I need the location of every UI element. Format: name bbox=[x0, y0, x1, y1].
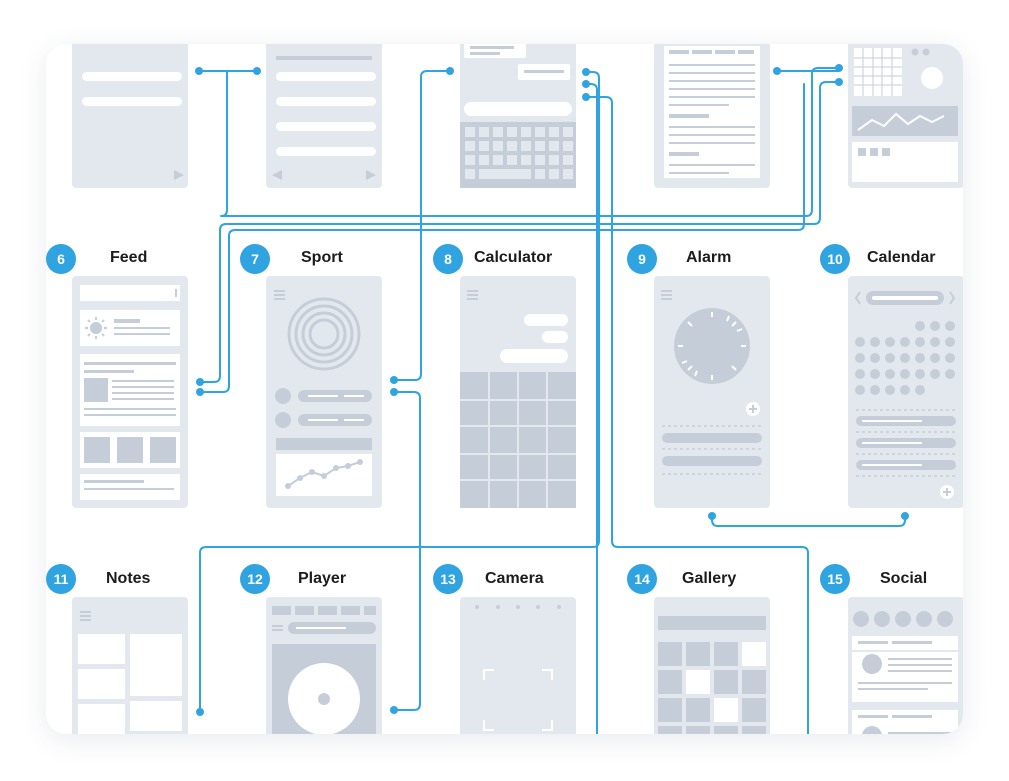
calculator-label: 8 bbox=[433, 244, 463, 274]
calculator-title: Calculator bbox=[474, 249, 553, 266]
social-title: Social bbox=[880, 570, 928, 587]
alarm-title: Alarm bbox=[686, 249, 732, 266]
social-label: 15 bbox=[820, 564, 850, 594]
sport-screen-wireframe bbox=[266, 276, 382, 508]
social-screen-wireframe bbox=[848, 597, 963, 734]
feed-title: Feed bbox=[110, 249, 148, 266]
alarm-label: 9 bbox=[627, 244, 657, 274]
notes-screen-wireframe bbox=[72, 597, 188, 734]
screen-1-wireframe bbox=[72, 44, 188, 188]
gallery-screen-wireframe bbox=[654, 597, 770, 734]
sport-label: 7 bbox=[240, 244, 270, 274]
step-badge: 12 bbox=[240, 564, 270, 594]
sport-title: Sport bbox=[301, 249, 343, 266]
screen-5-wireframe bbox=[848, 44, 963, 188]
step-badge: 8 bbox=[433, 244, 463, 274]
step-badge: 11 bbox=[46, 564, 76, 594]
feed-screen-wireframe bbox=[72, 276, 188, 508]
gallery-label: 14 bbox=[627, 564, 657, 594]
connector-sport-player bbox=[393, 391, 421, 711]
step-badge: 6 bbox=[46, 244, 76, 274]
connector-sport-screen3 bbox=[393, 70, 451, 381]
camera-label: 13 bbox=[433, 564, 463, 594]
player-title: Player bbox=[298, 570, 347, 587]
screen-2-wireframe bbox=[266, 44, 382, 188]
calendar-screen-wireframe bbox=[848, 276, 963, 508]
screen-4-wireframe bbox=[654, 44, 770, 188]
feed-label: 6 bbox=[46, 244, 76, 274]
calculator-screen-wireframe bbox=[460, 276, 576, 508]
connector-screen3-bottom-a bbox=[585, 83, 598, 734]
notes-title: Notes bbox=[106, 570, 151, 587]
step-badge: 14 bbox=[627, 564, 657, 594]
camera-title: Camera bbox=[485, 570, 544, 587]
player-label: 12 bbox=[240, 564, 270, 594]
alarm-screen-wireframe bbox=[654, 276, 770, 508]
step-badge: 15 bbox=[820, 564, 850, 594]
calendar-title: Calendar bbox=[867, 249, 936, 266]
gallery-title: Gallery bbox=[682, 570, 737, 587]
wireframe-flow-diagram bbox=[72, 44, 963, 734]
flow-diagram-card: 6 Feed 7 Sport 8 Calculator 9 Alarm 10 C… bbox=[46, 44, 963, 734]
connector-alarm-calendar bbox=[711, 515, 906, 527]
calendar-label: 10 bbox=[820, 244, 850, 274]
step-badge: 13 bbox=[433, 564, 463, 594]
camera-screen-wireframe bbox=[460, 597, 576, 734]
player-screen-wireframe bbox=[266, 597, 382, 734]
notes-label: 11 bbox=[46, 564, 76, 594]
step-badge: 9 bbox=[627, 244, 657, 274]
step-badge: 7 bbox=[240, 244, 270, 274]
step-badge: 10 bbox=[820, 244, 850, 274]
screen-3-wireframe bbox=[460, 44, 576, 188]
